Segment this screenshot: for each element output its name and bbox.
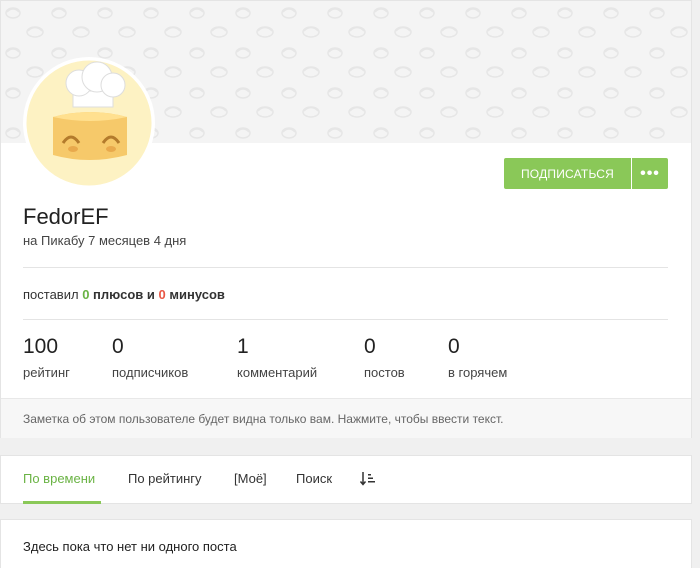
tab-search[interactable]: Поиск [296,471,332,486]
plus-count: 0 [82,287,90,302]
avatar[interactable] [23,57,155,189]
votes-summary: поставил 0 плюсов и 0 минусов [23,287,225,302]
subscribe-button[interactable]: ПОДПИСАТЬСЯ [504,158,631,189]
profile-card: ПОДПИСАТЬСЯ ••• FedorEF на Пикабу 7 меся… [0,0,692,438]
tab-mine[interactable]: [Моё] [234,471,267,486]
stat-label: подписчиков [112,365,189,380]
posts-empty-state: Здесь пока что нет ни одного поста [0,519,692,568]
votes-and: и [146,287,155,302]
more-dots-icon: ••• [640,164,660,182]
profile-since: на Пикабу 7 месяцев 4 дня [23,233,187,248]
stat-value: 0 [112,335,124,358]
tab-by-time[interactable]: По времени [23,471,95,486]
post-tabs: По времени По рейтингу [Моё] Поиск [0,455,692,504]
stat-rating[interactable]: 100 рейтинг [23,335,70,380]
sort-icon[interactable] [359,471,376,487]
user-note-placeholder: Заметка об этом пользователе будет видна… [23,412,504,426]
stat-subscribers[interactable]: 0 подписчиков [112,335,188,380]
user-note-field[interactable]: Заметка об этом пользователе будет видна… [1,398,691,438]
plus-word: плюсов [93,287,144,302]
divider [23,319,668,320]
stat-posts[interactable]: 0 постов [364,335,405,380]
divider [23,267,668,268]
stat-hot[interactable]: 0 в горячем [448,335,507,380]
stat-value: 100 [23,335,59,358]
active-tab-indicator [23,501,101,504]
stat-value: 1 [237,335,249,358]
stat-label: комментарий [237,365,318,380]
minus-count: 0 [158,287,166,302]
stat-label: рейтинг [23,365,70,380]
stat-value: 0 [448,335,460,358]
profile-username: FedorEF [23,204,109,229]
stat-label: постов [364,365,405,380]
votes-prefix: поставил [23,287,79,302]
minus-word: минусов [169,287,225,302]
tab-by-rating[interactable]: По рейтингу [128,471,202,486]
stat-comments[interactable]: 1 комментарий [237,335,317,380]
more-options-button[interactable]: ••• [632,158,668,189]
stat-value: 0 [364,335,376,358]
empty-message: Здесь пока что нет ни одного поста [23,539,237,554]
stat-label: в горячем [448,365,508,380]
